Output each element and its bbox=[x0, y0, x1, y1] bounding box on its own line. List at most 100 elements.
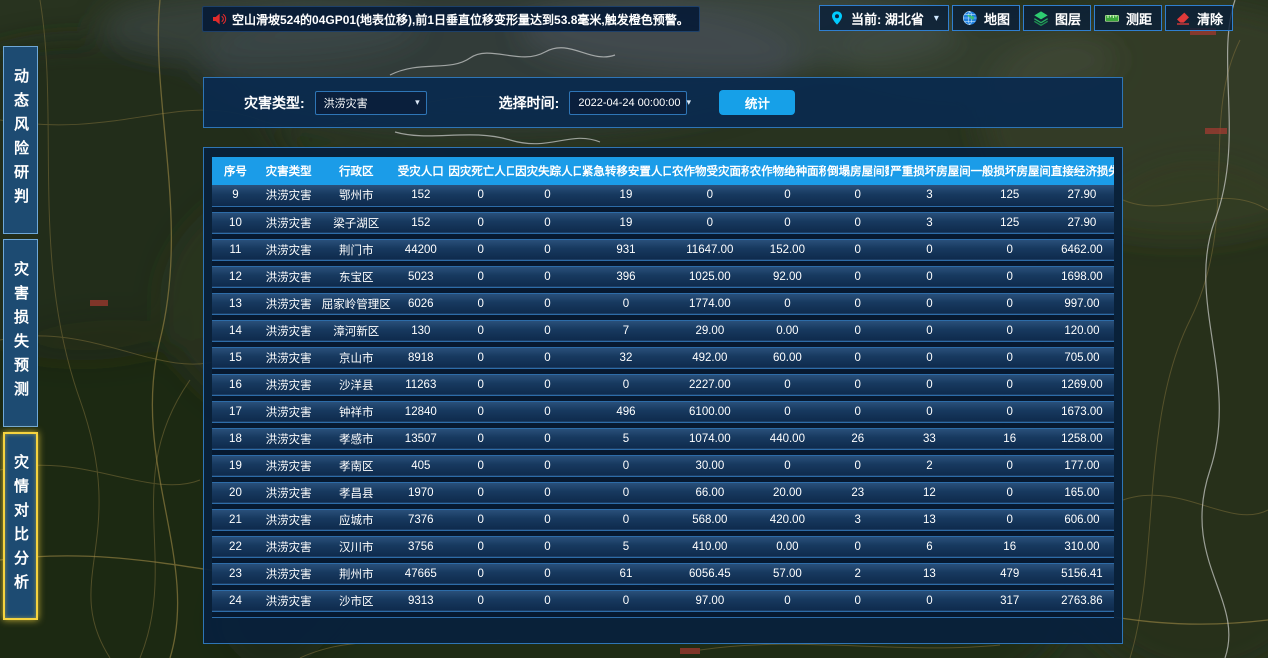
table-cell: 2 bbox=[889, 455, 969, 476]
table-row[interactable]: 13洪涝灾害屈家岭管理区60260001774.000000997.00 bbox=[212, 293, 1114, 314]
table-row[interactable]: 21洪涝灾害应城市7376000568.00420.003130606.00 bbox=[212, 509, 1114, 530]
table-cell: 3 bbox=[826, 509, 889, 530]
sidebar-item-disaster-comparison[interactable]: 灾情对比分析 bbox=[3, 432, 38, 620]
table-cell: 0 bbox=[826, 239, 889, 260]
table-cell: 1970 bbox=[394, 482, 447, 503]
table-cell: 14 bbox=[212, 320, 259, 341]
table-cell: 1269.00 bbox=[1050, 374, 1114, 395]
disaster-type-select[interactable]: 洪涝灾害 ▾ bbox=[315, 91, 427, 115]
table-cell: 0 bbox=[970, 401, 1050, 422]
table-cell: 汉川市 bbox=[318, 536, 394, 557]
statistics-button[interactable]: 统计 bbox=[719, 90, 795, 115]
column-header: 受灾人口 bbox=[394, 157, 447, 185]
table-cell: 0 bbox=[970, 320, 1050, 341]
sidebar-item-loss-prediction[interactable]: 灾害损失预测 bbox=[3, 239, 38, 427]
table-row[interactable]: 17洪涝灾害钟祥市12840004966100.0000001673.00 bbox=[212, 401, 1114, 422]
table-cell: 0 bbox=[749, 374, 827, 395]
column-header: 灾害类型 bbox=[259, 157, 319, 185]
layers-button[interactable]: 图层 bbox=[1023, 5, 1091, 31]
table-cell: 17 bbox=[212, 401, 259, 422]
sidebar-item-dynamic-risk[interactable]: 动态风险研判 bbox=[3, 46, 38, 234]
table-cell: 15 bbox=[212, 347, 259, 368]
table-cell: 20 bbox=[212, 482, 259, 503]
table-cell: 洪涝灾害 bbox=[259, 428, 319, 449]
table-cell: 3 bbox=[889, 212, 969, 233]
table-row[interactable]: 10洪涝灾害梁子湖区1520019000312527.90 bbox=[212, 212, 1114, 233]
table-cell: 0 bbox=[970, 293, 1050, 314]
table-cell: 479 bbox=[970, 563, 1050, 584]
table-cell: 东宝区 bbox=[318, 266, 394, 287]
table-cell: 19 bbox=[212, 455, 259, 476]
ruler-icon bbox=[1104, 10, 1120, 26]
clear-button-label: 清除 bbox=[1197, 9, 1223, 28]
table-cell: 洪涝灾害 bbox=[259, 563, 319, 584]
table-cell: 鄂州市 bbox=[318, 185, 394, 206]
table-cell: 8918 bbox=[394, 347, 447, 368]
table-cell: 27.90 bbox=[1050, 185, 1114, 206]
column-header: 因灾死亡人口 bbox=[447, 157, 514, 185]
table-cell: 0 bbox=[749, 590, 827, 611]
region-selector[interactable]: 当前: 湖北省 ▾ bbox=[819, 5, 949, 31]
table-cell: 0 bbox=[447, 482, 514, 503]
table-row[interactable]: 20洪涝灾害孝昌县197000066.0020.0023120165.00 bbox=[212, 482, 1114, 503]
table-row[interactable]: 11洪涝灾害荆门市442000093111647.00152.000006462… bbox=[212, 239, 1114, 260]
table-row[interactable]: 19洪涝灾害孝南区40500030.000020177.00 bbox=[212, 455, 1114, 476]
table-cell: 0 bbox=[447, 536, 514, 557]
table-cell: 11263 bbox=[394, 374, 447, 395]
table-row[interactable]: 18洪涝灾害孝感市135070051074.00440.002633161258… bbox=[212, 428, 1114, 449]
table-cell: 0 bbox=[970, 455, 1050, 476]
column-header: 直接经济损失 bbox=[1050, 157, 1114, 185]
table-row[interactable]: 24洪涝灾害沙市区931300097.000003172763.86 bbox=[212, 590, 1114, 611]
table-cell: 19 bbox=[581, 185, 671, 206]
table-cell: 0 bbox=[749, 455, 827, 476]
time-select[interactable]: 2022-04-24 00:00:00 ▾ bbox=[569, 91, 687, 115]
table-row[interactable]: 12洪涝灾害东宝区5023003961025.0092.000001698.00 bbox=[212, 266, 1114, 287]
table-row[interactable]: 23洪涝灾害荆州市4766500616056.4557.002134795156… bbox=[212, 563, 1114, 584]
table-cell: 13 bbox=[212, 293, 259, 314]
table-cell: 0 bbox=[671, 185, 749, 206]
table-cell: 125 bbox=[970, 212, 1050, 233]
table-cell: 23 bbox=[212, 563, 259, 584]
table-cell: 29.00 bbox=[671, 320, 749, 341]
table-cell: 410.00 bbox=[671, 536, 749, 557]
table-row[interactable]: 16洪涝灾害沙洋县112630002227.0000001269.00 bbox=[212, 374, 1114, 395]
column-header: 因灾失踪人口 bbox=[514, 157, 581, 185]
clear-button[interactable]: 清除 bbox=[1165, 5, 1233, 31]
table-cell: 洪涝灾害 bbox=[259, 536, 319, 557]
table-cell: 0 bbox=[514, 482, 581, 503]
table-row[interactable]: 9洪涝灾害鄂州市1520019000312527.90 bbox=[212, 185, 1114, 206]
table-cell: 16 bbox=[970, 536, 1050, 557]
table-cell: 0 bbox=[447, 266, 514, 287]
table-cell: 钟祥市 bbox=[318, 401, 394, 422]
table-cell: 0 bbox=[514, 266, 581, 287]
table-cell: 0 bbox=[826, 347, 889, 368]
column-header: 农作物受灾面积 bbox=[671, 157, 749, 185]
table-cell: 洪涝灾害 bbox=[259, 590, 319, 611]
table-cell: 0 bbox=[447, 455, 514, 476]
table-cell: 洪涝灾害 bbox=[259, 185, 319, 206]
table-row[interactable]: 15洪涝灾害京山市89180032492.0060.00000705.00 bbox=[212, 347, 1114, 368]
table-cell: 705.00 bbox=[1050, 347, 1114, 368]
table-cell: 0 bbox=[447, 185, 514, 206]
table-row[interactable]: 22洪涝灾害汉川市3756005410.000.000616310.00 bbox=[212, 536, 1114, 557]
table-cell: 1074.00 bbox=[671, 428, 749, 449]
globe-icon bbox=[962, 10, 978, 26]
table-cell: 0 bbox=[889, 590, 969, 611]
table-cell: 0 bbox=[826, 212, 889, 233]
map-type-button[interactable]: 地图 bbox=[952, 5, 1020, 31]
measure-button-label: 测距 bbox=[1126, 9, 1152, 28]
measure-button[interactable]: 测距 bbox=[1094, 5, 1162, 31]
table-cell: 0 bbox=[889, 266, 969, 287]
table-cell: 33 bbox=[889, 428, 969, 449]
alert-text: 空山滑坡524的04GP01(地表位移),前1日垂直位移变形量达到53.8毫米,… bbox=[232, 11, 689, 28]
table-cell: 11 bbox=[212, 239, 259, 260]
table-cell: 0 bbox=[826, 590, 889, 611]
table-row[interactable]: 14洪涝灾害漳河新区13000729.000.00000120.00 bbox=[212, 320, 1114, 341]
table-cell: 0 bbox=[581, 482, 671, 503]
table-cell: 0 bbox=[581, 509, 671, 530]
table-cell: 61 bbox=[581, 563, 671, 584]
table-cell: 44200 bbox=[394, 239, 447, 260]
table-cell: 1774.00 bbox=[671, 293, 749, 314]
table-cell: 18 bbox=[212, 428, 259, 449]
table-cell: 120.00 bbox=[1050, 320, 1114, 341]
